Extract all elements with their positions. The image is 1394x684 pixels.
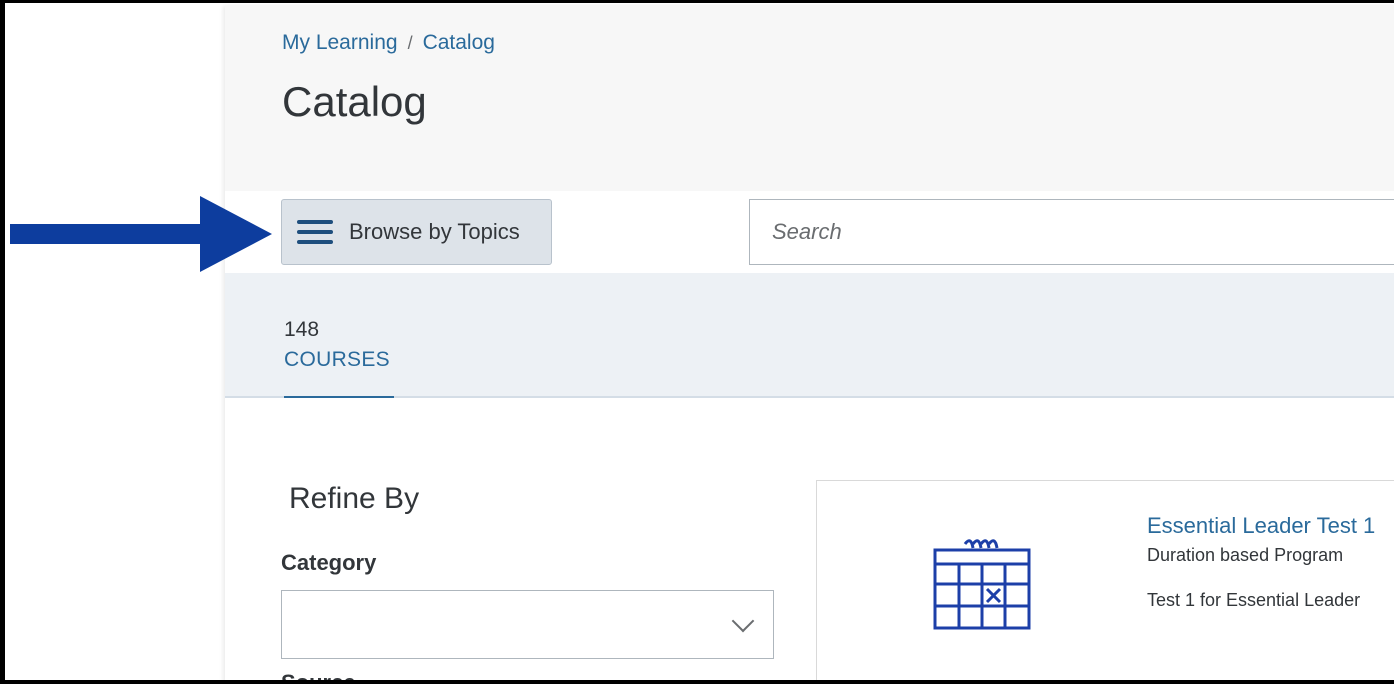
breadcrumb-separator: / bbox=[407, 33, 413, 53]
right-arrow-icon bbox=[10, 196, 272, 272]
browse-by-topics-button[interactable]: Browse by Topics bbox=[281, 199, 552, 265]
refine-by-heading: Refine By bbox=[289, 482, 420, 515]
source-label: Source bbox=[281, 670, 356, 684]
left-gutter bbox=[10, 6, 225, 680]
catalog-content: Refine By Category Source Essential Lead… bbox=[225, 398, 1394, 684]
breadcrumb-catalog[interactable]: Catalog bbox=[423, 31, 495, 54]
results-tabs: 148 COURSES bbox=[225, 273, 1394, 399]
course-title-link[interactable]: Essential Leader Test 1 bbox=[1147, 513, 1375, 539]
chevron-down-icon bbox=[731, 609, 755, 633]
course-description: Test 1 for Essential Leader bbox=[1147, 590, 1361, 610]
breadcrumb-my-learning[interactable]: My Learning bbox=[282, 31, 398, 54]
course-card[interactable]: Essential Leader Test 1 Duration based P… bbox=[816, 480, 1394, 680]
page-header: My Learning / Catalog Catalog bbox=[225, 6, 1394, 191]
courses-tab-label: COURSES bbox=[284, 348, 390, 371]
screenshot-frame: My Learning / Catalog Catalog Browse by To… bbox=[0, 0, 1394, 684]
tab-courses[interactable]: 148 COURSES bbox=[284, 318, 394, 399]
browse-by-topics-label: Browse by Topics bbox=[349, 219, 520, 244]
courses-count: 148 bbox=[284, 318, 320, 341]
calendar-program-icon bbox=[933, 539, 1031, 630]
breadcrumb: My Learning / Catalog bbox=[282, 31, 495, 55]
course-type: Duration based Program bbox=[1147, 545, 1344, 565]
category-label: Category bbox=[281, 550, 377, 575]
catalog-app: My Learning / Catalog Catalog Browse by To… bbox=[225, 6, 1394, 684]
search-input[interactable] bbox=[749, 199, 1394, 265]
hamburger-menu-icon bbox=[297, 219, 333, 245]
page-title: Catalog bbox=[282, 78, 427, 125]
category-select[interactable] bbox=[281, 590, 774, 659]
catalog-toolbar: Browse by Topics bbox=[225, 191, 1394, 273]
